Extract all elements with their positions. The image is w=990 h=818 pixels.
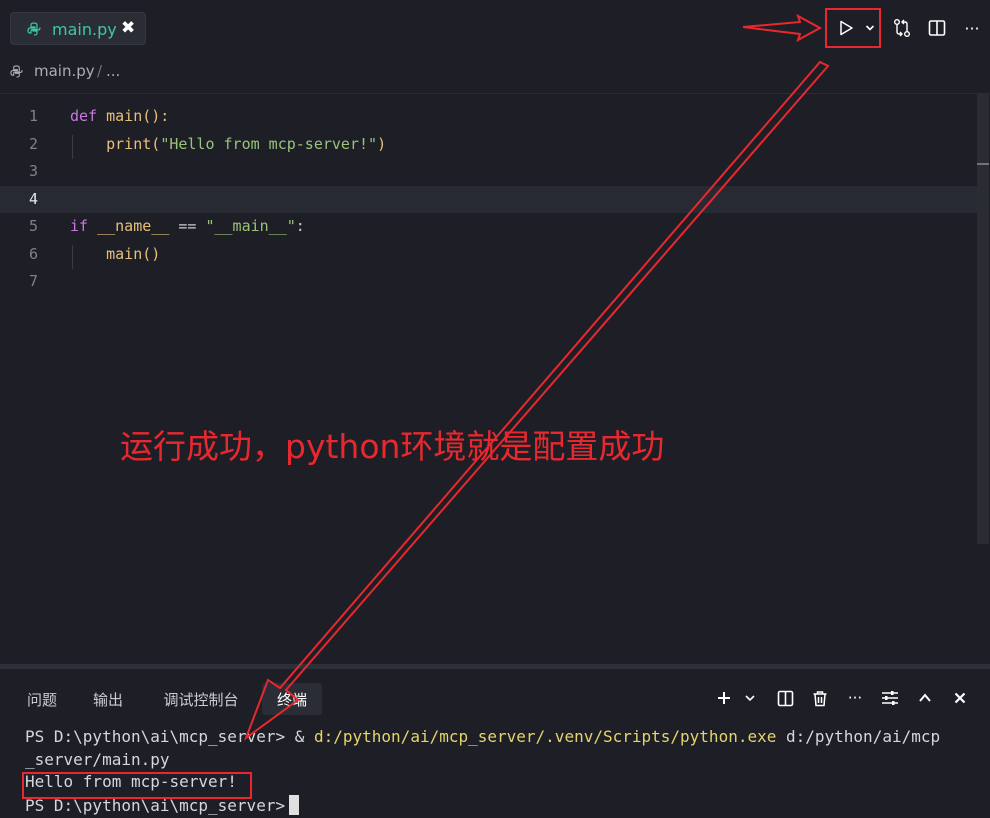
code-line[interactable]: 1 def main(): bbox=[0, 103, 978, 130]
code-token: == bbox=[169, 217, 206, 235]
code-line[interactable]: 7 bbox=[0, 268, 978, 295]
line-number: 2 bbox=[28, 135, 38, 153]
python-file-icon bbox=[10, 65, 23, 78]
code-line[interactable]: 6 main() bbox=[0, 241, 978, 268]
breadcrumb-separator: / bbox=[97, 62, 103, 80]
code-line[interactable]: 3 bbox=[0, 158, 978, 185]
panel-tab-debug-console[interactable]: 调试控制台 bbox=[150, 683, 252, 715]
code-token: (): bbox=[142, 107, 170, 125]
annotation-text: 运行成功，python环境就是配置成功 bbox=[120, 427, 665, 466]
close-icon bbox=[954, 692, 966, 704]
code-editor[interactable]: 1 def main(): 2 print("Hello from mcp-serv… bbox=[0, 94, 990, 664]
panel-tab-problems[interactable]: 问题 bbox=[16, 683, 68, 715]
trash-icon bbox=[813, 690, 827, 706]
python-file-icon bbox=[27, 22, 41, 36]
sliders-icon bbox=[882, 691, 898, 705]
terminal-line: _server/main.py bbox=[25, 750, 170, 769]
code-token: ( bbox=[151, 135, 161, 153]
line-number: 5 bbox=[28, 217, 38, 235]
split-icon bbox=[777, 690, 793, 706]
code-text: print("Hello from mcp-server!") bbox=[70, 135, 386, 153]
more-actions-button[interactable]: ··· bbox=[958, 14, 986, 42]
terminal-prompt: PS D:\python\ai\mcp_server> & bbox=[25, 727, 314, 746]
panel-tab-output[interactable]: 输出 bbox=[82, 683, 134, 715]
breadcrumb-file[interactable]: main.py bbox=[34, 62, 95, 80]
breadcrumb-symbols[interactable]: ... bbox=[106, 62, 120, 80]
code-token: ) bbox=[377, 135, 387, 153]
code-token: __name__ bbox=[97, 217, 170, 235]
close-panel-button[interactable] bbox=[950, 685, 970, 711]
indent-guide bbox=[72, 135, 73, 159]
code-token: print bbox=[70, 135, 152, 153]
panel-settings-button[interactable] bbox=[879, 685, 901, 711]
code-line[interactable]: 5 if __name__ == "__main__": bbox=[0, 213, 978, 240]
code-text: def main(): bbox=[70, 107, 169, 125]
new-terminal-button[interactable] bbox=[714, 685, 734, 711]
code-token: main bbox=[106, 107, 143, 125]
split-editor-button[interactable] bbox=[923, 14, 951, 42]
git-compare-icon bbox=[894, 19, 910, 37]
chevron-up-icon bbox=[919, 693, 931, 702]
terminal-profiles-dropdown[interactable] bbox=[740, 685, 760, 711]
split-terminal-button[interactable] bbox=[774, 685, 796, 711]
tab-label: main.py bbox=[52, 20, 117, 39]
panel-tab-terminal[interactable]: 终端 bbox=[262, 683, 322, 715]
scrollbar-position-marker bbox=[977, 163, 989, 165]
indent-guide bbox=[72, 245, 73, 269]
terminal-line: PS D:\python\ai\mcp_server> & d:/python/… bbox=[25, 727, 940, 746]
editor-scrollbar[interactable] bbox=[977, 94, 989, 544]
compare-changes-button[interactable] bbox=[888, 14, 916, 42]
line-number: 6 bbox=[28, 245, 38, 263]
split-editor-icon bbox=[928, 20, 946, 36]
run-button-highlight-box bbox=[825, 8, 881, 48]
code-token: "__main__" bbox=[205, 217, 296, 235]
terminal-cursor bbox=[289, 795, 300, 815]
line-number: 7 bbox=[28, 272, 38, 290]
plus-icon bbox=[718, 692, 730, 704]
close-tab-icon[interactable]: ✖ bbox=[121, 18, 135, 38]
code-line[interactable]: 4 bbox=[0, 186, 978, 213]
terminal-command: d:/python/ai/mcp_server/.venv/Scripts/py… bbox=[313, 727, 777, 746]
line-number: 3 bbox=[28, 162, 38, 180]
kill-terminal-button[interactable] bbox=[809, 685, 831, 711]
line-number: 4 bbox=[28, 190, 38, 208]
terminal-argument: d:/python/ai/mcp bbox=[776, 727, 941, 746]
code-token: () bbox=[142, 245, 161, 263]
code-token: : bbox=[295, 217, 305, 235]
code-token: main bbox=[70, 245, 143, 263]
code-text: if __name__ == "__main__": bbox=[70, 217, 305, 235]
line-number: 1 bbox=[28, 107, 38, 125]
chevron-down-icon bbox=[745, 695, 755, 702]
tab-main-py[interactable]: main.py ✖ bbox=[10, 12, 146, 45]
output-highlight-box bbox=[22, 772, 252, 799]
panel-more-actions-button[interactable]: ··· bbox=[844, 685, 866, 711]
code-token: def bbox=[70, 107, 107, 125]
code-token: "Hello from mcp-server!" bbox=[160, 135, 378, 153]
maximize-panel-button[interactable] bbox=[915, 685, 935, 711]
code-text: main() bbox=[70, 245, 160, 263]
code-token: if bbox=[70, 217, 98, 235]
code-line[interactable]: 2 print("Hello from mcp-server!") bbox=[0, 131, 978, 158]
